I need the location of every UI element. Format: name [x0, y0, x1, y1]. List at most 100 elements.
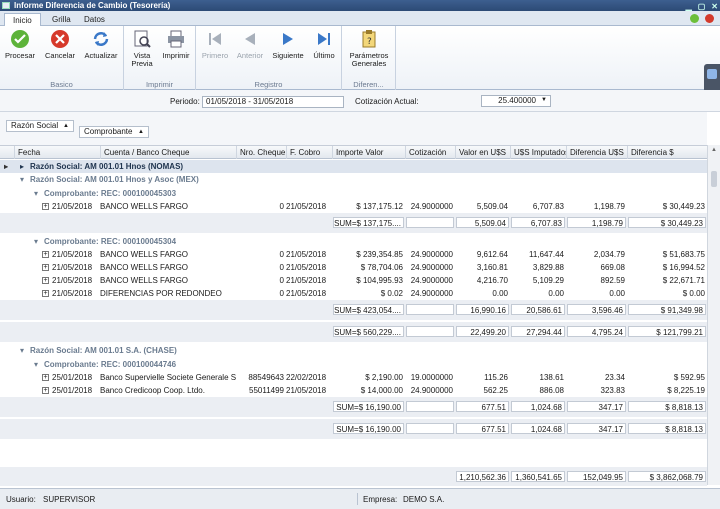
refresh-icon	[91, 29, 111, 49]
column-header-diferencia-usd[interactable]: Diferencia U$S	[566, 146, 627, 159]
table-row[interactable]: +21/05/2018 BANCO WELLS FARGO 0 21/05/2018 $…	[0, 248, 707, 261]
cell-f-cobro: 21/05/2018	[286, 250, 327, 259]
summary-row: SUM=$ 16,190.00 677.51 1,024.68 347.17 $ 8,8…	[0, 397, 707, 417]
empresa-value: DEMO S.A.	[403, 495, 445, 504]
status-bar: Usuario: SUPERVISOR Empresa: DEMO S.A.	[0, 488, 720, 509]
expand-row-icon[interactable]: +	[42, 264, 49, 272]
collapse-icon[interactable]: ▾	[20, 344, 24, 357]
parametros-generales-button[interactable]: ? Parámetros Generales	[345, 29, 393, 68]
column-header-importe-valor[interactable]: Importe Valor	[332, 146, 405, 159]
cell-valor-usd: 562.25	[483, 386, 508, 395]
column-header-fecha[interactable]: Fecha	[14, 146, 100, 159]
table-row[interactable]: +21/05/2018 BANCO WELLS FARGO 0 21/05/2018 $…	[0, 261, 707, 274]
actualizar-button[interactable]: Actualizar	[82, 29, 120, 60]
group-row-razon-social[interactable]: ▸ ▸ Razón Social: AM 001.01 Hnos (NOMAS)	[0, 160, 707, 173]
cell-f-cobro: 21/05/2018	[286, 386, 327, 395]
table-row[interactable]: +25/01/2018 Banco Credicoop Coop. Ltdo. 55…	[0, 384, 707, 397]
previa-label: Previa	[131, 59, 153, 68]
scroll-thumb[interactable]	[711, 171, 717, 187]
group-chip-comprobante[interactable]: Comprobante ▲	[79, 126, 149, 138]
summary-cell-diferencia-usd: 347.17	[567, 423, 626, 434]
collapse-icon[interactable]: ▾	[34, 187, 38, 200]
cell-usd-imputados: 886.08	[539, 386, 564, 395]
window-title: Informe Diferencia de Cambio (Tesorería)	[14, 1, 171, 10]
column-header-diferencia-pesos[interactable]: Diferencia $	[627, 146, 707, 159]
ribbon-tabs: Inicio Grilla Datos	[0, 11, 720, 26]
scroll-up-icon[interactable]: ▲	[711, 147, 717, 153]
clipboard-icon: ?	[359, 29, 379, 49]
cell-valor-usd: 115.26	[484, 373, 508, 382]
cell-nro-cheque: 0	[279, 289, 284, 298]
expand-row-icon[interactable]: +	[42, 290, 49, 298]
cell-usd-imputados: 0.00	[548, 289, 564, 298]
vista-previa-button[interactable]: Vista Previa	[128, 29, 156, 68]
ultimo-button[interactable]: Último	[310, 29, 338, 60]
usuario-label: Usuario:	[6, 495, 36, 504]
group-chip-razon-social[interactable]: Razón Social ▲	[6, 120, 74, 132]
table-row[interactable]: +21/05/2018 BANCO WELLS FARGO 0 21/05/2018 $…	[0, 200, 707, 213]
cell-cotizacion: 24.9000000	[410, 263, 453, 272]
summary-cell-valor-usd: 677.51	[456, 401, 509, 412]
summary-cell-diferencia-pesos: $ 8,818.13	[628, 423, 706, 434]
cell-fecha-value: 21/05/2018	[52, 202, 93, 211]
group-row-comprobante[interactable]: ▾ Comprobante: REC: 000100045304	[0, 235, 707, 248]
vertical-scrollbar[interactable]: ▲	[707, 145, 720, 485]
printer-icon	[166, 29, 186, 49]
cell-cotizacion: 24.9000000	[410, 250, 453, 259]
summary-cell-diferencia-pesos: $ 30,449.23	[628, 217, 706, 228]
cell-fecha: +21/05/2018	[42, 274, 100, 287]
cell-fecha-value: 21/05/2018	[52, 250, 93, 259]
column-header-usd-imputados[interactable]: U$S Imputados	[510, 146, 566, 159]
cell-diferencia-usd: 323.83	[600, 386, 625, 395]
column-header-valor-usd[interactable]: Valor en U$S	[455, 146, 510, 159]
imprimir-button[interactable]: Imprimir	[160, 29, 192, 60]
summary-row: SUM=$ 423,054.... 16,990.16 20,586.61 3,596…	[0, 300, 707, 320]
cell-fecha-value: 21/05/2018	[52, 263, 93, 272]
table-row[interactable]: +21/05/2018 BANCO WELLS FARGO 0 21/05/2018 $…	[0, 274, 707, 287]
usuario-value: SUPERVISOR	[43, 495, 96, 504]
anterior-button[interactable]: Anterior	[234, 29, 266, 60]
collapse-icon[interactable]: ▾	[34, 235, 38, 248]
summary-cell-diferencia-pesos: $ 8,818.13	[628, 401, 706, 412]
column-header-cotizacion[interactable]: Cotización	[405, 146, 455, 159]
cell-importe-valor: $ 239,354.85	[356, 250, 403, 259]
next-record-icon	[278, 29, 298, 49]
column-header-f-cobro[interactable]: F. Cobro	[286, 146, 332, 159]
group-row-razon-social[interactable]: ▾ Razón Social: AM 001.01 S.A. (CHASE)	[0, 344, 707, 357]
expand-icon[interactable]: ▸	[20, 160, 24, 173]
group-row-razon-social[interactable]: ▾ Razón Social: AM 001.01 Hnos y Asoc (ME…	[0, 173, 707, 186]
expand-row-icon[interactable]: +	[42, 277, 49, 285]
tab-inicio[interactable]: Inicio	[4, 13, 41, 26]
imprimir-label: Imprimir	[162, 51, 190, 60]
procesar-button[interactable]: Procesar	[4, 29, 36, 60]
column-header-cuenta[interactable]: Cuenta / Banco Cheque	[100, 146, 236, 159]
group-row-comprobante[interactable]: ▾ Comprobante: REC: 000100045303	[0, 187, 707, 200]
summary-cell-valor-usd: 16,990.16	[456, 304, 509, 315]
grid-total-row: 1,210,562.36 1,360,541.65 152,049.95 $ 3,86…	[0, 467, 707, 486]
cell-diferencia-pesos: $ 592.95	[673, 373, 705, 382]
cancelar-button[interactable]: Cancelar	[43, 29, 77, 60]
tab-datos[interactable]: Datos	[76, 13, 113, 26]
expand-row-icon[interactable]: +	[42, 251, 49, 259]
sort-up-icon: ▲	[138, 129, 144, 135]
periodo-input[interactable]: 01/05/2018 - 31/05/2018	[202, 96, 344, 108]
expand-row-icon[interactable]: +	[42, 387, 49, 395]
table-row[interactable]: +21/05/2018 DIFERENCIAS POR REDONDEO 0 21/0…	[0, 287, 707, 300]
expand-row-icon[interactable]: +	[42, 203, 49, 211]
column-header-nro-cheque[interactable]: Nro. Cheque	[236, 146, 286, 159]
siguiente-button[interactable]: Siguiente	[270, 29, 306, 60]
summary-cell-cotizacion	[406, 217, 454, 228]
primero-button[interactable]: Primero	[200, 29, 230, 60]
accept-icon[interactable]	[690, 14, 699, 23]
tab-grilla[interactable]: Grilla	[44, 13, 79, 26]
table-row[interactable]: +25/01/2018 Banco Supervielle Societe Gen…	[0, 371, 707, 384]
collapse-icon[interactable]: ▾	[34, 358, 38, 371]
collapse-icon[interactable]: ▾	[20, 173, 24, 186]
group-row-comprobante[interactable]: ▾ Comprobante: REC: 000100044746	[0, 358, 707, 371]
exit-icon[interactable]	[705, 14, 714, 23]
group-row-label: Razón Social: AM 001.01 Hnos (NOMAS)	[30, 162, 184, 171]
summary-cell-usd-imputados: 27,294.44	[511, 326, 565, 337]
data-grid: Fecha Cuenta / Banco Cheque Nro. Cheque F. …	[0, 145, 707, 486]
cotizacion-dropdown-icon[interactable]: ▼	[541, 97, 547, 103]
expand-row-icon[interactable]: +	[42, 374, 49, 382]
